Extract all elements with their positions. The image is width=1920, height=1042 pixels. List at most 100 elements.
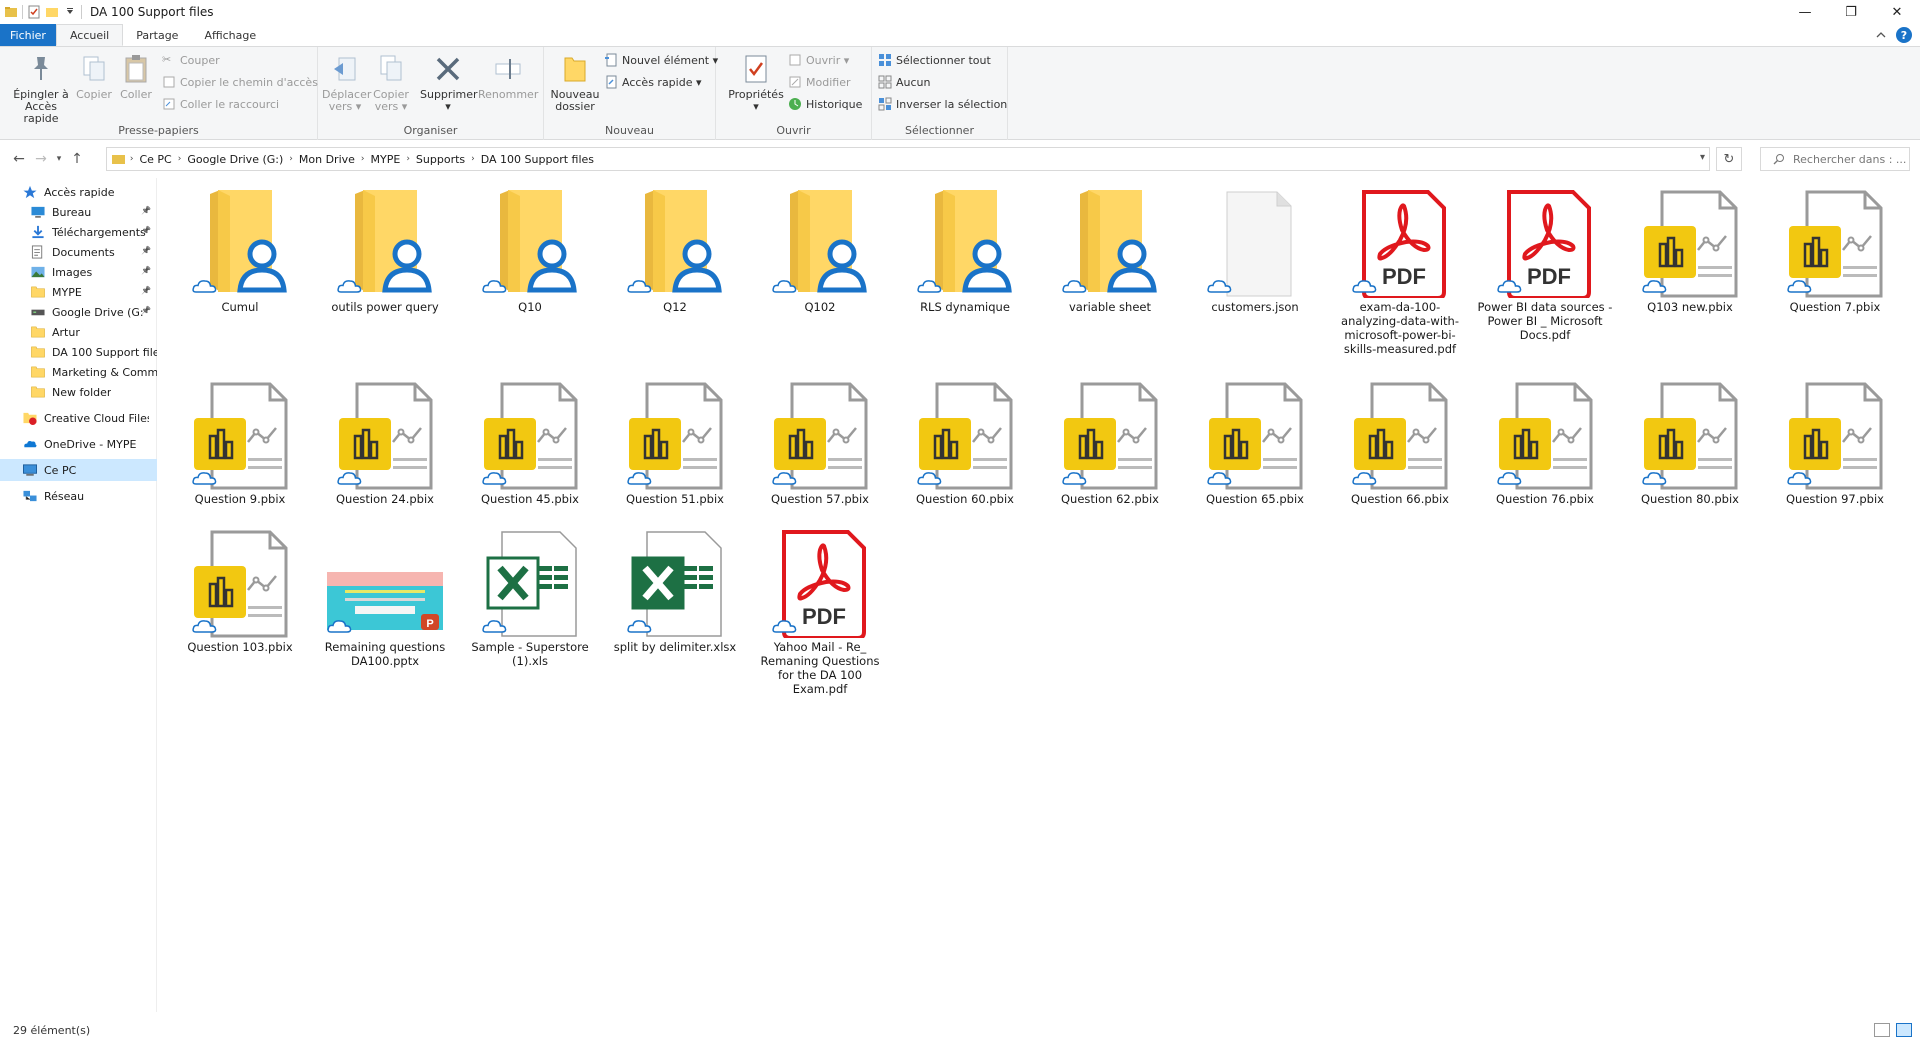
nav-item[interactable]: MYPE 📌 — [0, 281, 157, 303]
new-folder-icon[interactable] — [45, 5, 59, 19]
nav-item[interactable]: Accès rapide — [0, 181, 157, 203]
select-none-button[interactable]: Aucun — [878, 75, 931, 89]
file-item[interactable]: split by delimiter.xlsx — [605, 528, 745, 654]
file-item[interactable]: PDF Power BI data sources - Power BI _ Mi… — [1475, 188, 1615, 342]
forward-button[interactable]: → — [30, 148, 52, 170]
file-item[interactable]: Question 80.pbix — [1620, 380, 1760, 506]
file-item[interactable]: Q12 — [605, 188, 745, 314]
file-item[interactable]: Question 103.pbix — [170, 528, 310, 654]
nav-item[interactable]: Ce PC — [0, 459, 157, 481]
back-button[interactable]: ← — [8, 148, 30, 170]
nav-item[interactable]: Documents 📌 — [0, 241, 157, 263]
recent-locations-button[interactable]: ▾ — [52, 148, 66, 170]
ribbon: Épingler à Accès rapide Copier Coller ✂ C… — [0, 46, 1920, 140]
tab-affichage[interactable]: Affichage — [191, 24, 269, 46]
file-item[interactable]: Question 45.pbix — [460, 380, 600, 506]
minimize-button[interactable]: — — [1782, 0, 1828, 24]
new-folder-button[interactable]: Nouveau dossier — [548, 53, 602, 113]
details-view-button[interactable] — [1874, 1023, 1890, 1037]
invert-selection-button[interactable]: Inverser la sélection — [878, 97, 1007, 111]
copy-button[interactable]: Copier — [76, 53, 112, 101]
cloud-sync-icon — [1352, 280, 1377, 293]
history-button[interactable]: Historique — [788, 97, 862, 111]
file-item[interactable]: Q103 new.pbix — [1620, 188, 1760, 314]
breadcrumb-current[interactable]: DA 100 Support files — [475, 153, 600, 166]
file-item[interactable]: PDF Yahoo Mail - Re_ Remaning Questions f… — [750, 528, 890, 696]
nav-item[interactable]: OneDrive - MYPE — [0, 433, 157, 455]
tab-partage[interactable]: Partage — [123, 24, 191, 46]
new-item-button[interactable]: Nouvel élément ▾ — [604, 53, 718, 67]
file-item[interactable]: customers.json — [1185, 188, 1325, 314]
address-dropdown-icon[interactable]: ▾ — [1700, 152, 1705, 163]
file-item[interactable]: Question 66.pbix — [1330, 380, 1470, 506]
nav-item[interactable]: Téléchargements 📌 — [0, 221, 157, 243]
file-item[interactable]: RLS dynamique — [895, 188, 1035, 314]
nav-item[interactable]: Bureau 📌 — [0, 201, 157, 223]
large-icons-view-button[interactable] — [1896, 1023, 1912, 1037]
copy-icon — [83, 56, 105, 81]
refresh-button[interactable]: ↻ — [1716, 147, 1742, 171]
cloud-sync-icon — [917, 472, 942, 485]
pin-icon: 📌 — [141, 246, 151, 255]
delete-button[interactable]: Supprimer ▾ — [420, 53, 478, 113]
nav-item[interactable]: New folder — [0, 381, 157, 403]
file-item[interactable]: Q10 — [460, 188, 600, 314]
file-item[interactable]: PDF exam-da-100-analyzing-data-with-micro… — [1330, 188, 1470, 356]
file-item[interactable]: Sample - Superstore (1).xls — [460, 528, 600, 668]
help-icon[interactable]: ? — [1896, 27, 1912, 43]
rename-button[interactable]: Renommer — [478, 53, 538, 101]
select-all-button[interactable]: Sélectionner tout — [878, 53, 991, 67]
file-name: RLS dynamique — [920, 300, 1010, 314]
nav-item[interactable]: Google Drive (G: 📌 — [0, 301, 157, 323]
search-input[interactable]: Rechercher dans : ... — [1760, 147, 1910, 171]
file-item[interactable]: Question 57.pbix — [750, 380, 890, 506]
file-item[interactable]: Question 51.pbix — [605, 380, 745, 506]
file-item[interactable]: Question 7.pbix — [1765, 188, 1905, 314]
easy-access-button[interactable]: Accès rapide ▾ — [604, 75, 702, 89]
breadcrumb-mype[interactable]: MYPE — [365, 153, 407, 166]
nav-item[interactable]: Images 📌 — [0, 261, 157, 283]
cut-button[interactable]: ✂ Couper — [162, 53, 220, 67]
file-item[interactable]: Question 24.pbix — [315, 380, 455, 506]
file-item[interactable]: Question 60.pbix — [895, 380, 1035, 506]
nav-item[interactable]: Artur — [0, 321, 157, 343]
properties-icon[interactable] — [27, 5, 41, 19]
file-item[interactable]: outils power query — [315, 188, 455, 314]
pin-label: Épingler à Accès rapide — [13, 88, 69, 125]
breadcrumb-ce-pc[interactable]: Ce PC — [133, 153, 177, 166]
breadcrumb-supports[interactable]: Supports — [410, 153, 471, 166]
copy-to-button[interactable]: Copier vers ▾ — [370, 53, 412, 113]
breadcrumb-mon-drive[interactable]: Mon Drive — [293, 153, 361, 166]
close-button[interactable]: ✕ — [1874, 0, 1920, 24]
pin-quick-access-button[interactable]: Épingler à Accès rapide — [6, 53, 76, 125]
paste-shortcut-button[interactable]: Coller le raccourci — [162, 97, 279, 111]
paste-button[interactable]: Coller — [118, 53, 154, 101]
address-bar[interactable]: › Ce PC › Google Drive (G:) › Mon Drive … — [106, 147, 1710, 171]
maximize-button[interactable]: ❐ — [1828, 0, 1874, 24]
file-item[interactable]: Q102 — [750, 188, 890, 314]
tab-accueil[interactable]: Accueil — [55, 24, 124, 46]
move-to-button[interactable]: Déplacer vers ▾ — [322, 53, 371, 113]
file-item[interactable]: Question 65.pbix — [1185, 380, 1325, 506]
file-item[interactable]: Question 97.pbix — [1765, 380, 1905, 506]
edit-button[interactable]: Modifier — [788, 75, 850, 89]
file-item[interactable]: variable sheet — [1040, 188, 1180, 314]
file-item[interactable]: Question 9.pbix — [170, 380, 310, 506]
nav-item[interactable]: DA 100 Support files — [0, 341, 157, 363]
file-item[interactable]: Question 62.pbix — [1040, 380, 1180, 506]
file-item[interactable]: Cumul — [170, 188, 310, 314]
properties-button[interactable]: Propriétés ▾ — [728, 53, 784, 113]
nav-item[interactable]: Creative Cloud Files — [0, 407, 157, 429]
copy-path-button[interactable]: Copier le chemin d'accès — [162, 75, 318, 89]
file-item[interactable]: P Remaining questions DA100.pptx — [315, 528, 455, 668]
select-all-icon — [879, 54, 891, 66]
tab-fichier[interactable]: Fichier — [0, 24, 56, 46]
up-button[interactable]: ↑ — [66, 148, 88, 170]
collapse-ribbon-icon[interactable] — [1876, 31, 1886, 39]
file-item[interactable]: Question 76.pbix — [1475, 380, 1615, 506]
nav-item[interactable]: Réseau — [0, 485, 157, 507]
nav-item[interactable]: Marketing & Comm — [0, 361, 157, 383]
chevron-down-icon[interactable] — [63, 5, 77, 19]
breadcrumb-google-drive[interactable]: Google Drive (G:) — [181, 153, 289, 166]
open-button[interactable]: Ouvrir ▾ — [788, 53, 849, 67]
